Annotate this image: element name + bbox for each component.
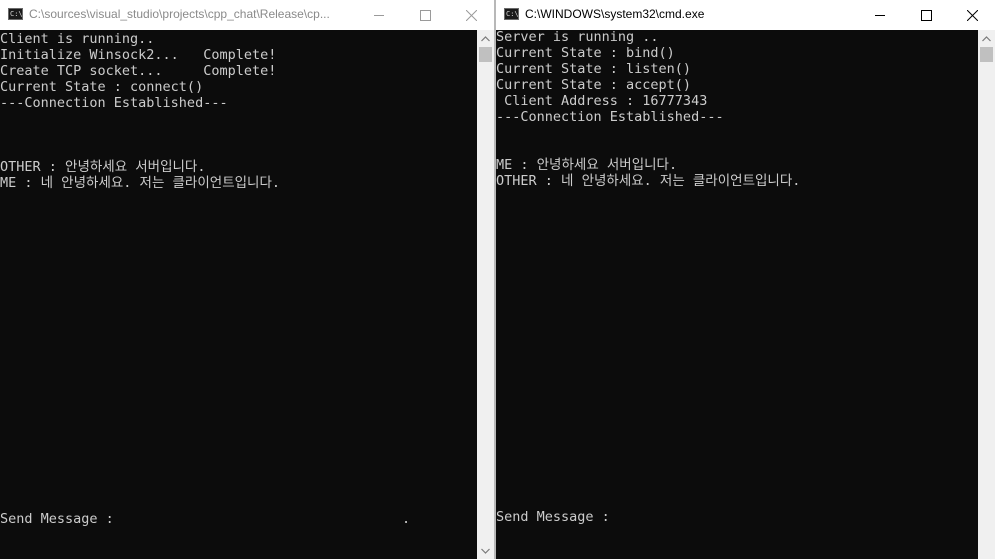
maximize-button[interactable] — [903, 0, 949, 30]
minimize-button[interactable] — [857, 0, 903, 30]
close-icon — [966, 9, 978, 21]
server-window-title: C:\WINDOWS\system32\cmd.exe — [525, 7, 705, 21]
client-scrollbar[interactable] — [477, 30, 494, 559]
cmd-icon-glyph: C:\ — [506, 10, 519, 18]
client-window-title: C:\sources\visual_studio\projects\cpp_ch… — [29, 7, 330, 21]
console-line: OTHER : 안녕하세요 서버입니다. — [0, 159, 206, 175]
client-title-bar[interactable]: C:\ C:\sources\visual_studio\projects\cp… — [0, 0, 494, 30]
scroll-up-button[interactable] — [978, 30, 995, 47]
console-line: Client Address : 16777343 — [496, 93, 708, 109]
maximize-button[interactable] — [402, 0, 448, 30]
cmd-icon-glyph: C:\ — [10, 10, 23, 18]
console-line: Current State : listen() — [496, 61, 692, 77]
console-line: ---Connection Established--- — [0, 95, 228, 111]
server-console-output[interactable]: Server is running .. Current State : bin… — [496, 29, 978, 559]
console-line: OTHER : 네 안녕하세요. 저는 클라이언트입니다. — [496, 173, 801, 189]
console-line: ME : 네 안녕하세요. 저는 클라이언트입니다. — [0, 175, 280, 191]
console-line: Current State : accept() — [496, 77, 692, 93]
scrollbar-thumb[interactable] — [980, 47, 993, 62]
console-line: Current State : connect() — [0, 79, 204, 95]
chevron-up-icon — [481, 35, 490, 41]
scroll-down-button[interactable] — [477, 542, 494, 559]
console-line: Current State : bind() — [496, 45, 675, 61]
console-line: Client is running.. — [0, 31, 155, 47]
console-line: Initialize Winsock2... Complete! — [0, 47, 277, 63]
server-title-bar[interactable]: C:\ C:\WINDOWS\system32\cmd.exe — [496, 0, 995, 30]
close-icon — [465, 9, 477, 21]
client-console-window[interactable]: C:\ C:\sources\visual_studio\projects\cp… — [0, 0, 494, 559]
send-message-prompt: Send Message : — [496, 509, 610, 525]
maximize-icon — [419, 9, 431, 21]
maximize-icon — [920, 9, 932, 21]
message-input[interactable]: . — [402, 511, 410, 527]
console-line: Create TCP socket... Complete! — [0, 63, 277, 79]
server-console-window[interactable]: C:\ C:\WINDOWS\system32\cmd.exe Server i… — [496, 0, 995, 559]
close-button[interactable] — [949, 0, 995, 30]
scrollbar-thumb[interactable] — [479, 47, 492, 62]
console-line: ---Connection Established--- — [496, 109, 724, 125]
client-console-output[interactable]: Client is running.. Initialize Winsock2.… — [0, 30, 477, 559]
server-scrollbar[interactable] — [978, 30, 995, 559]
console-line: Server is running .. — [496, 29, 659, 45]
chevron-down-icon — [481, 548, 490, 554]
minimize-icon — [374, 15, 384, 16]
cmd-icon: C:\ — [504, 8, 519, 20]
minimize-button[interactable] — [356, 0, 402, 30]
minimize-icon — [875, 15, 885, 16]
scroll-up-button[interactable] — [477, 30, 494, 47]
send-message-prompt: Send Message : — [0, 511, 114, 527]
console-line: ME : 안녕하세요 서버입니다. — [496, 157, 678, 173]
cmd-icon: C:\ — [8, 8, 23, 20]
close-button[interactable] — [448, 0, 494, 30]
chevron-up-icon — [982, 35, 991, 41]
